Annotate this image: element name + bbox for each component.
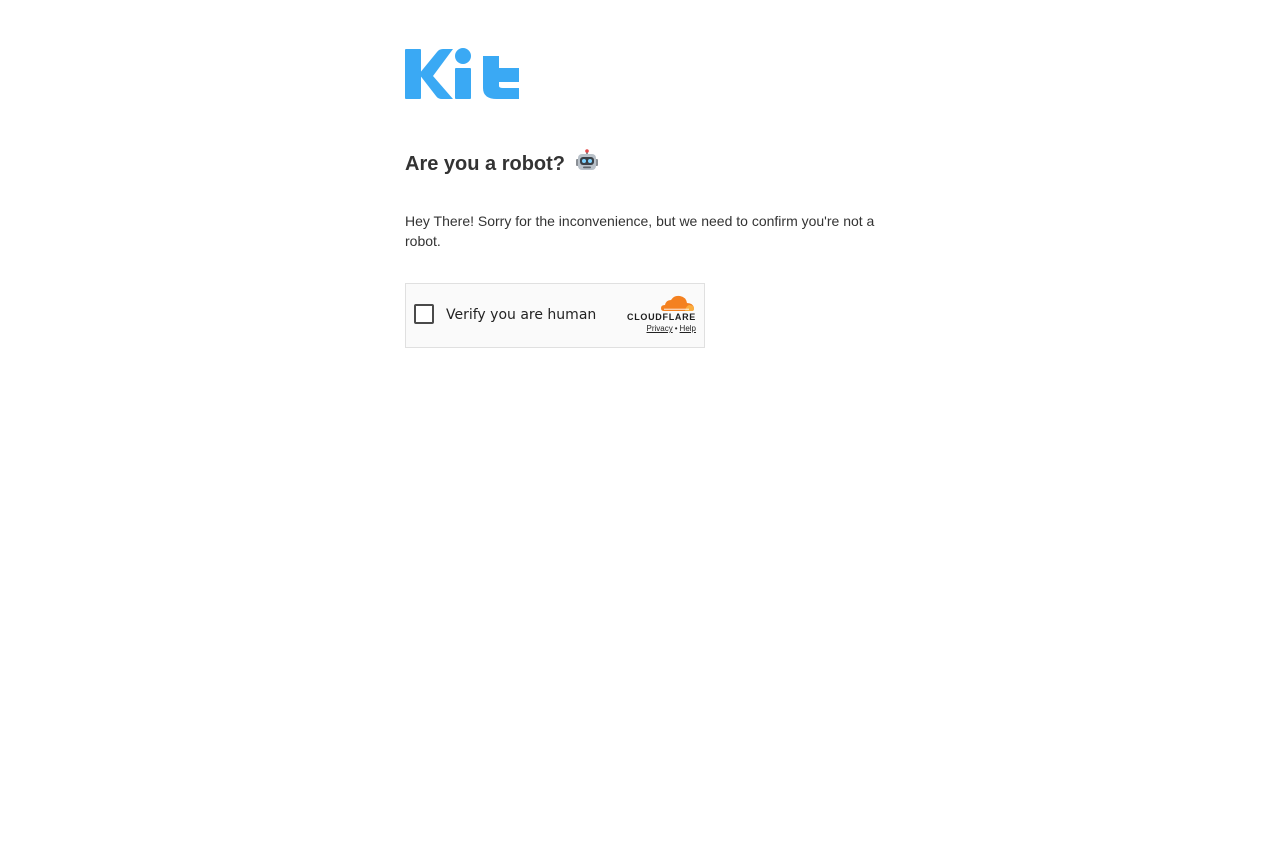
cloudflare-cloud-icon bbox=[661, 295, 694, 311]
robot-icon bbox=[575, 149, 598, 170]
verify-label[interactable]: Verify you are human bbox=[446, 306, 596, 324]
cloudflare-wordmark: CLOUDFLARE bbox=[627, 312, 696, 322]
link-separator: • bbox=[674, 324, 678, 333]
cloudflare-links: Privacy • Help bbox=[616, 323, 697, 334]
privacy-link[interactable]: Privacy bbox=[647, 324, 673, 333]
help-link[interactable]: Help bbox=[680, 324, 696, 333]
page-title-text: Are you a robot? bbox=[405, 153, 566, 175]
verification-message: Hey There! Sorry for the inconvenience, … bbox=[405, 213, 875, 249]
page-title: Are you a robot? bbox=[405, 149, 885, 177]
kit-logo bbox=[405, 48, 519, 99]
verify-checkbox[interactable] bbox=[414, 304, 434, 324]
captcha-widget: Verify you are human CLOUDFLARE Privacy •… bbox=[405, 283, 705, 348]
main-content: Are you a robot? Hey There! Sorry for th… bbox=[405, 46, 885, 348]
cloudflare-branding: CLOUDFLARE Privacy • Help bbox=[616, 295, 696, 334]
